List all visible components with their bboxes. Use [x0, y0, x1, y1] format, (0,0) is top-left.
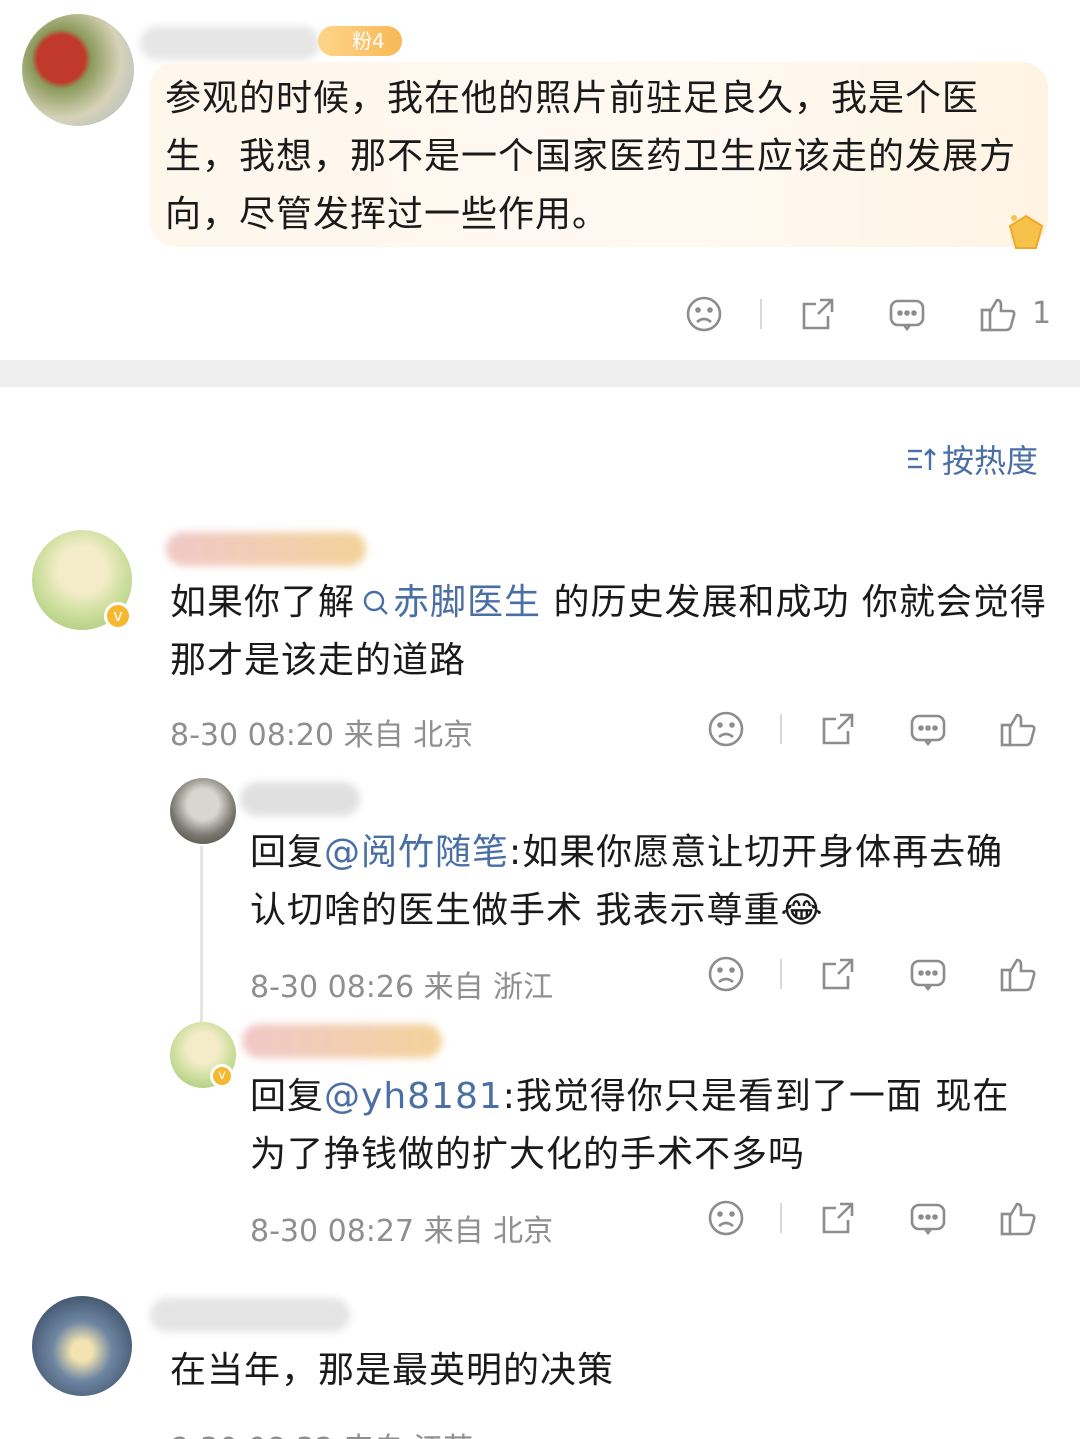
avatar[interactable]: [22, 14, 134, 126]
username-blurred[interactable]: [240, 782, 360, 816]
divider: [780, 959, 782, 989]
reply-prefix: 回复: [250, 1076, 325, 1117]
sad-icon[interactable]: [706, 1198, 746, 1238]
username-blurred[interactable]: [140, 26, 320, 60]
like-count: 1: [1032, 296, 1052, 331]
divider: [780, 714, 782, 744]
share-icon[interactable]: [818, 1198, 858, 1238]
comment-text-before: 如果你了解: [170, 582, 356, 623]
mention-link[interactable]: @阅竹随笔: [324, 832, 509, 873]
fan-badge-label: 粉4: [352, 29, 385, 53]
section-divider: [0, 360, 1080, 387]
sort-label: 按热度: [941, 442, 1038, 480]
comment-icon[interactable]: [908, 954, 948, 994]
reply-prefix: 回复: [250, 832, 325, 873]
sad-icon[interactable]: [706, 954, 746, 994]
username-blurred[interactable]: [242, 1024, 442, 1058]
share-icon[interactable]: [798, 294, 838, 334]
divider: [780, 1203, 782, 1233]
sort-icon: [907, 448, 936, 470]
top-post-card: 粉4 参观的时候，我在他的照片前驻足良久，我是个医生，我想，那不是一个国家医药卫…: [0, 0, 1080, 360]
comment-text: 在当年，那是最英明的决策: [170, 1350, 615, 1391]
mention-link[interactable]: @yh8181: [324, 1076, 503, 1117]
share-icon[interactable]: [818, 954, 858, 994]
gem-icon: [1008, 214, 1044, 249]
sad-icon[interactable]: [684, 294, 724, 334]
like-icon[interactable]: [998, 1198, 1038, 1238]
comment-meta: 8-30 08:20 来自 北京: [170, 718, 474, 753]
comment-icon[interactable]: [887, 294, 927, 334]
divider: [760, 299, 762, 329]
comment-icon[interactable]: [908, 709, 948, 749]
topic-link[interactable]: 赤脚医生: [355, 582, 541, 623]
fan-level-badge: 粉4: [318, 26, 402, 56]
comment-text: 如果你了解 赤脚医生 的历史发展和成功 你就会觉得那才是该走的道路: [170, 574, 1050, 690]
sort-toggle[interactable]: 按热度: [904, 436, 1038, 482]
reply-meta: 8-30 08:26 来自 浙江: [250, 970, 554, 1005]
comment-icon[interactable]: [908, 1198, 948, 1238]
share-icon[interactable]: [818, 709, 858, 749]
avatar[interactable]: [32, 1296, 132, 1396]
comment-meta: 8-30 08:32 来自 江苏: [170, 1424, 473, 1439]
reply-text: 回复@yh8181:我觉得你只是看到了一面 现在为了挣钱做的扩大化的手术不多吗: [250, 1068, 1040, 1184]
top-post-text: 参观的时候，我在他的照片前驻足良久，我是个医生，我想，那不是一个国家医药卫生应该…: [165, 78, 1017, 235]
reply-text: 回复@阅竹随笔:如果你愿意让切开身体再去确认切啥的医生做手术 我表示尊重😂: [250, 824, 1040, 940]
like-icon[interactable]: [998, 954, 1038, 994]
like-icon[interactable]: [998, 709, 1038, 749]
avatar[interactable]: [170, 778, 236, 844]
verified-badge-icon: v: [104, 602, 132, 630]
sad-icon[interactable]: [706, 709, 746, 749]
topic-link-label: 赤脚医生: [393, 582, 542, 623]
username-blurred[interactable]: [166, 532, 366, 566]
reply-meta: 8-30 08:27 来自 北京: [250, 1214, 554, 1249]
verified-badge-icon: v: [210, 1064, 234, 1088]
username-blurred[interactable]: [150, 1298, 350, 1332]
search-icon: [363, 590, 388, 615]
reply-thread-line: [200, 846, 203, 1034]
like-icon[interactable]: [978, 294, 1018, 334]
